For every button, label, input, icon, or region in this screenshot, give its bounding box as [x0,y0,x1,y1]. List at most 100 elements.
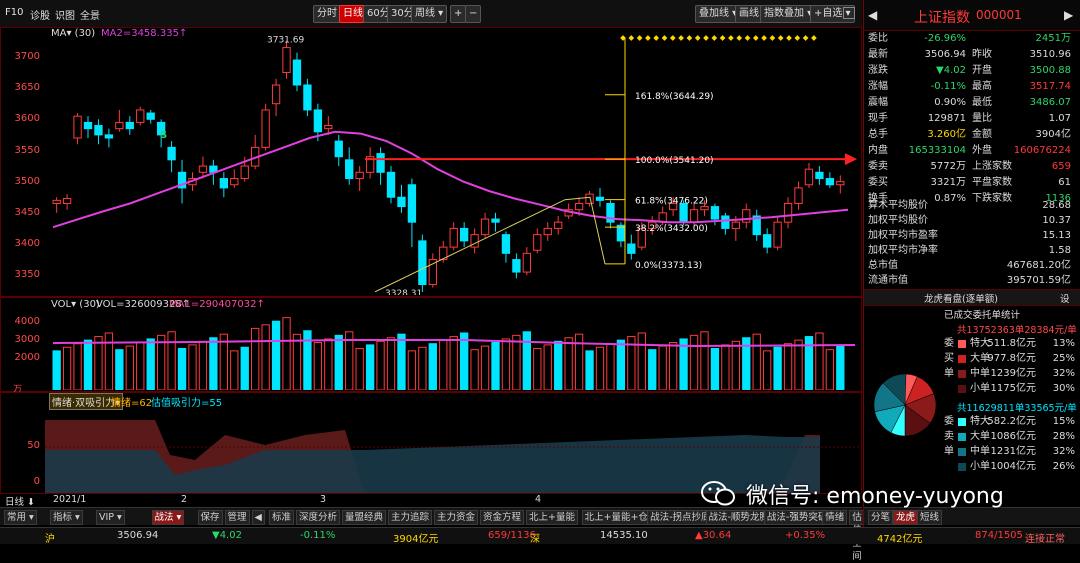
volume-bar [522,331,532,390]
fib-marker [653,35,660,41]
quote-value: 5772万 [930,161,966,172]
stat-label: 总市值 [868,260,898,271]
window-restore-icon[interactable] [843,7,855,19]
quote-value: 3321万 [930,177,966,188]
quote-label: 开盘 [972,65,992,76]
tab-longhu[interactable]: 龙虎 [893,510,919,525]
volume-bar [188,344,197,390]
period-label[interactable]: 日线 ⬇ [5,494,35,508]
strategy-tab[interactable]: 管理 [224,510,250,525]
volume-bar [449,336,458,390]
strategy-tab[interactable]: 主力追踪 [388,510,433,525]
fib-label: 61.8%(3476.22) [635,197,708,207]
candle [146,112,155,120]
strategy-tab[interactable]: 标准 [269,510,295,525]
tab-shortline[interactable]: 短线 [917,510,943,525]
fib-marker [645,35,651,41]
tab-tick[interactable]: 分笔 [868,510,894,525]
quote-row: 涨幅 -0.11% 最高 3517.74 [864,79,1080,95]
low-label: 3328.31 [385,289,422,295]
volume-bar [825,349,835,390]
stat-label: 算术平均股价 [868,200,928,211]
draw-line-button[interactable]: 画线 [735,5,763,23]
quote-value: 3500.88 [1029,65,1071,76]
volume-bar [125,345,134,390]
stat-label: 加权平均股价 [868,215,928,226]
sz-updown: 874/1505 [975,530,1023,541]
volume-bar [616,339,626,390]
diagnose-button[interactable]: 诊股 [30,7,50,22]
back-arrow-icon[interactable]: ◀ [868,8,877,22]
strategy-tab[interactable]: 资金方程 [480,510,525,525]
candle [783,202,793,223]
indicator-chart[interactable] [45,405,860,493]
candle [574,202,584,211]
period-weekly[interactable]: 周线 ▾ [411,5,448,23]
identify-button[interactable]: 识图 [55,7,75,22]
quote-row: 委比 -26.96% 2451万 [864,31,1080,47]
stat-row: 流通市值 395701.59亿 [864,273,1080,289]
volume-bar [365,344,375,390]
quote-label: 震幅 [868,97,888,108]
strategy-tab[interactable]: 情绪 [822,510,848,525]
strategy-tab[interactable]: ◀ [251,510,265,525]
sh-change: ▼4.02 [212,530,242,541]
candle [282,47,291,74]
stat-row: 加权平均市盈率 15.13 [864,228,1080,244]
strategy-tab[interactable]: 战法-顺势龙腾 [705,510,772,525]
strategy-tab[interactable]: 战法-拐点抄底 [647,510,714,525]
order-row: 卖 大单 1086亿元 28% [864,429,1080,445]
fib-marker [686,35,693,41]
kline-chart[interactable]: 161.8%(3644.29) 100.0%(3541.20) 61.8%(3476… [45,30,860,295]
quote-label: 外盘 [972,145,992,156]
candle [815,171,824,180]
forward-arrow-icon[interactable]: ▶ [1064,8,1073,22]
volume-bar [146,338,155,390]
strategy-tab[interactable]: 量盟经典 [342,510,387,525]
order-type: 小单 [970,461,990,472]
order-amount: 1239亿元 [990,368,1036,379]
candle [700,206,709,211]
fib-marker [719,35,726,41]
strategy-tab[interactable]: 保存 [197,510,223,525]
quote-label: 委买 [868,177,888,188]
longhu-header: 龙虎看盘(逐单额) 设 [864,289,1080,306]
candle [501,234,511,254]
longhu-title: 龙虎看盘(逐单额) [924,294,998,305]
x-label: 4 [535,494,542,505]
index-overlay-button[interactable]: 指数叠加 ▾ [760,5,817,23]
volume-bar [83,339,93,390]
fib-label: 38.2%(3432.00) [635,224,708,234]
strategy-tab[interactable]: 战法-强势突破 [763,510,831,525]
settings-button[interactable]: 设 [1060,291,1070,305]
candle [554,221,563,229]
quote-value: 3517.74 [1029,81,1071,92]
quote-row: 内盘 165333104 外盘 160676224 [864,143,1080,159]
volume-chart[interactable] [45,310,860,390]
vol-legend[interactable]: VOL▾ (30) [51,299,100,310]
candle [397,196,406,208]
quote-label: 金额 [972,129,992,140]
volume-bar [376,340,385,390]
candle [407,184,417,223]
panorama-button[interactable]: 全景 [80,7,100,22]
strategy-tab[interactable]: 战法 ▾ [151,510,185,525]
ma-line [52,130,849,229]
strategy-tab[interactable]: 北上+量能 [526,510,578,525]
zoom-in-button[interactable]: + [450,5,467,23]
strategy-tab[interactable]: 指标 ▾ [50,510,83,525]
strategy-tab[interactable]: 深度分析 [296,510,341,525]
volume-bar [554,340,563,390]
f10-button[interactable]: F10 [5,7,23,18]
period-intraday[interactable]: 分时 [313,5,341,23]
index-name: 上证指数 [914,10,970,26]
quote-label: 涨跌 [868,65,888,76]
strategy-tab[interactable]: 主力资金 [434,510,479,525]
volume-bar [407,350,417,390]
strategy-tab[interactable]: VIP ▾ [96,510,125,525]
strategy-tab[interactable]: 常用 ▾ [4,510,37,525]
zoom-out-button[interactable]: − [465,5,482,23]
candle [533,234,542,251]
volume-bar [585,350,594,390]
volume-bar [386,337,396,390]
